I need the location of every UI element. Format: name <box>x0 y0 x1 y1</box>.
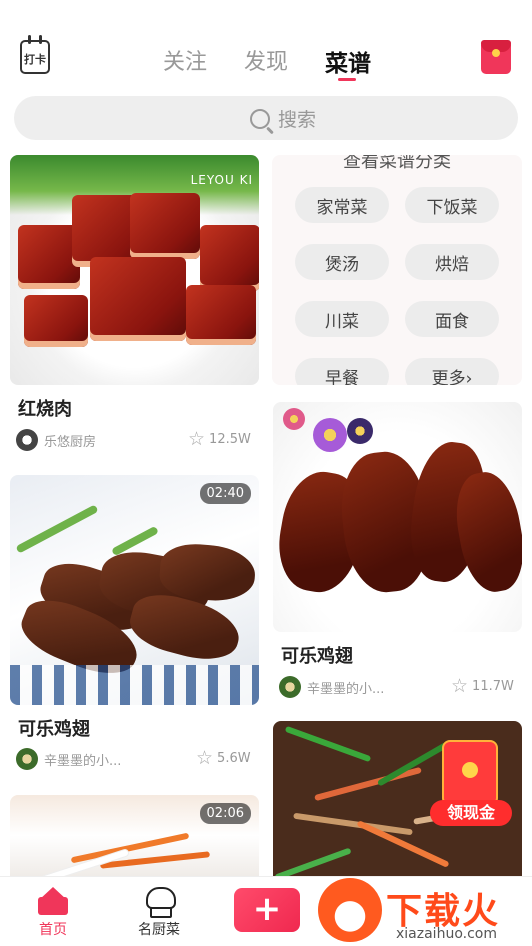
likes-value: 5.6W <box>217 751 251 766</box>
nav-chefs-label: 名厨菜 <box>138 922 180 938</box>
cash-reward-floating-button[interactable]: 领现金 <box>430 742 512 828</box>
likes-value: 11.7W <box>472 679 514 694</box>
avatar <box>16 748 38 770</box>
chef-hat-icon <box>144 887 176 918</box>
star-icon: ☆ <box>196 747 214 769</box>
red-envelope-icon <box>444 742 496 804</box>
likes-count[interactable]: ☆ 12.5W <box>188 430 251 449</box>
category-baking[interactable]: 烘焙 <box>405 244 499 280</box>
video-duration: 02:06 <box>199 803 251 824</box>
top-tabs: 关注 发现 菜谱 <box>0 44 532 84</box>
avatar <box>279 676 301 698</box>
category-more[interactable]: 更多› <box>405 358 499 385</box>
red-packet-icon[interactable] <box>481 40 511 74</box>
nav-home[interactable]: 首页 <box>18 887 88 939</box>
watermark-url: xiazaihuo.com <box>396 926 497 942</box>
author-name: 辛墨墨的小... <box>44 753 122 769</box>
video-duration: 02:40 <box>199 483 251 504</box>
category-card-title: 查看菜谱分类 <box>343 155 451 172</box>
author-name: 乐悠厨房 <box>44 434 97 450</box>
nav-famous-chefs[interactable]: 名厨菜 <box>124 887 194 939</box>
avatar <box>16 429 38 451</box>
recipe-image-cola-wings[interactable] <box>273 402 522 632</box>
category-rice-dishes[interactable]: 下饭菜 <box>405 187 499 223</box>
flame-logo-icon <box>318 878 382 942</box>
category-home-cooking[interactable]: 家常菜 <box>295 187 389 223</box>
star-icon: ☆ <box>188 428 206 450</box>
cash-reward-label: 领现金 <box>430 800 512 826</box>
star-icon: ☆ <box>451 675 469 697</box>
active-tab-indicator <box>338 78 356 81</box>
category-soup[interactable]: 煲汤 <box>295 244 389 280</box>
tab-discover[interactable]: 发现 <box>244 44 288 76</box>
category-breakfast[interactable]: 早餐 <box>295 358 389 385</box>
recipe-video-salad[interactable]: 02:06 <box>10 795 259 876</box>
recipe-image-braised-pork[interactable]: LEYOU KI <box>10 155 259 385</box>
recipe-title[interactable]: 可乐鸡翅 <box>18 715 90 741</box>
search-bar[interactable]: 搜索 <box>14 96 518 140</box>
tab-follow[interactable]: 关注 <box>163 44 207 76</box>
top-bar: 打卡 关注 发现 菜谱 <box>0 0 532 92</box>
search-icon <box>250 108 270 129</box>
author-name: 辛墨墨的小... <box>307 681 385 697</box>
likes-count[interactable]: ☆ 11.7W <box>451 677 514 696</box>
search-placeholder: 搜索 <box>278 109 317 131</box>
image-watermark-text: LEYOU KI <box>190 173 253 187</box>
recipe-video-cola-wings[interactable]: 02:40 <box>10 475 259 705</box>
recipe-category-card: 查看菜谱分类 家常菜 下饭菜 煲汤 烘焙 川菜 面食 早餐 更多› <box>272 155 522 385</box>
recipe-title[interactable]: 红烧肉 <box>18 395 72 421</box>
recipe-author[interactable]: 辛墨墨的小... <box>279 675 384 699</box>
tab-recipes[interactable]: 菜谱 <box>325 44 371 78</box>
recipe-title[interactable]: 可乐鸡翅 <box>281 642 353 668</box>
likes-count[interactable]: ☆ 5.6W <box>196 749 251 768</box>
home-icon <box>38 887 68 915</box>
category-sichuan[interactable]: 川菜 <box>295 301 389 337</box>
recipe-author[interactable]: 辛墨墨的小... <box>16 747 121 771</box>
add-recipe-button[interactable]: + <box>234 888 300 932</box>
category-noodles[interactable]: 面食 <box>405 301 499 337</box>
recipe-author[interactable]: 乐悠厨房 <box>16 428 96 452</box>
site-watermark: 下载火 xiazaihuo.com <box>316 876 532 946</box>
likes-value: 12.5W <box>209 432 251 447</box>
nav-home-label: 首页 <box>39 922 67 938</box>
